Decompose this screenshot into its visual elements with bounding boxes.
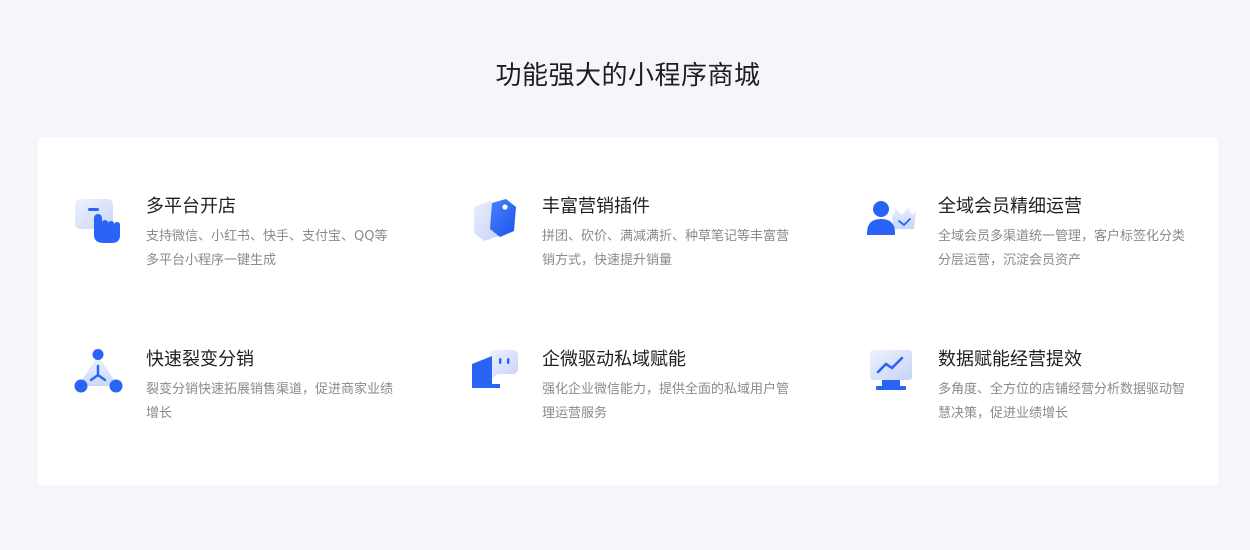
feature-description: 多角度、全方位的店铺经营分析数据驱动智慧决策，促进业绩增长 xyxy=(938,382,1186,421)
feature-description: 支持微信、小红书、快手、支付宝、QQ等多平台小程序一键生成 xyxy=(146,229,388,268)
feature-member-operations: 全域会员精细运营 全域会员多渠道统一管理，客户标签化分类分层运营，沉淀会员资产 xyxy=(866,195,1206,285)
feature-title: 企微驱动私域赋能 xyxy=(542,349,686,370)
network-nodes-icon xyxy=(74,348,126,400)
feature-multi-platform: 多平台开店 支持微信、小红书、快手、支付宝、QQ等多平台小程序一键生成 xyxy=(74,195,414,285)
feature-title: 全域会员精细运营 xyxy=(938,196,1082,217)
feature-title: 丰富营销插件 xyxy=(542,196,650,217)
section-title: 功能强大的小程序商城 xyxy=(495,61,761,91)
chat-bubble-icon xyxy=(470,348,522,400)
member-crown-icon xyxy=(866,195,918,247)
feature-title: 数据赋能经营提效 xyxy=(938,349,1082,370)
feature-data-empowerment: 数据赋能经营提效 多角度、全方位的店铺经营分析数据驱动智慧决策，促进业绩增长 xyxy=(866,348,1206,438)
feature-fission-distribution: 快速裂变分销 裂变分销快速拓展销售渠道，促进商家业绩增长 xyxy=(74,348,414,438)
feature-description: 强化企业微信能力，提供全面的私域用户管理运营服务 xyxy=(542,382,790,421)
feature-description: 拼团、砍价、满减满折、种草笔记等丰富营销方式，快速提升销量 xyxy=(542,229,790,268)
feature-description: 裂变分销快速拓展销售渠道，促进商家业绩增长 xyxy=(146,382,394,421)
price-tag-icon xyxy=(470,195,522,247)
feature-title: 多平台开店 xyxy=(146,196,236,217)
feature-marketing-plugins: 丰富营销插件 拼团、砍价、满减满折、种草笔记等丰富营销方式，快速提升销量 xyxy=(470,195,810,285)
monitor-chart-icon xyxy=(866,348,918,400)
feature-description: 全域会员多渠道统一管理，客户标签化分类分层运营，沉淀会员资产 xyxy=(938,229,1186,268)
features-card: 多平台开店 支持微信、小红书、快手、支付宝、QQ等多平台小程序一键生成 丰富营销… xyxy=(38,137,1218,485)
feature-wecom-private-domain: 企微驱动私域赋能 强化企业微信能力，提供全面的私域用户管理运营服务 xyxy=(470,348,810,438)
hand-tap-icon xyxy=(74,195,126,247)
feature-title: 快速裂变分销 xyxy=(146,349,254,370)
